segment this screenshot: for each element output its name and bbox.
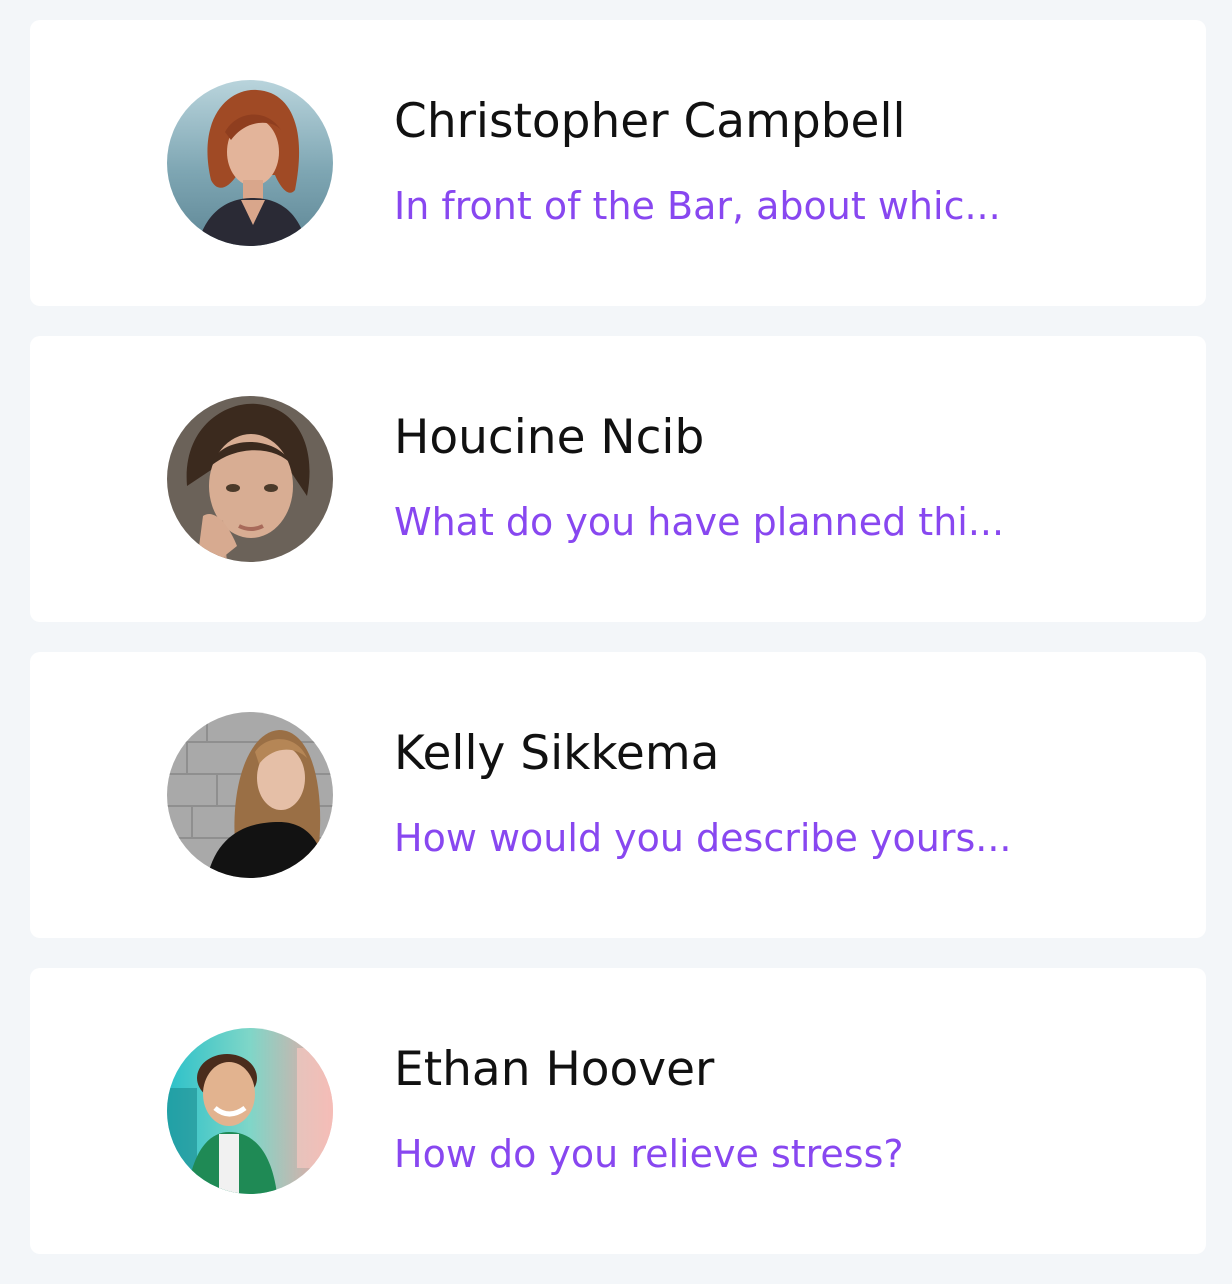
contact-name: Kelly Sikkema <box>394 726 720 781</box>
avatar-icon <box>167 80 333 246</box>
conversation-item[interactable]: Christopher Campbell In front of the Bar… <box>30 20 1206 306</box>
avatar-photo-icon <box>167 1028 333 1194</box>
avatar-icon <box>167 396 333 562</box>
message-preview: How do you relieve stress? <box>394 1132 904 1176</box>
message-preview: In front of the Bar, about whic... <box>394 184 1001 228</box>
conversation-list: Christopher Campbell In front of the Bar… <box>30 20 1206 1284</box>
avatar-icon <box>167 1028 333 1194</box>
contact-name: Houcine Ncib <box>394 410 705 465</box>
contact-name: Christopher Campbell <box>394 94 906 149</box>
avatar-photo-icon <box>167 396 333 562</box>
contact-name: Ethan Hoover <box>394 1042 715 1097</box>
avatar-photo-icon <box>167 80 333 246</box>
avatar-photo-icon <box>167 712 333 878</box>
conversation-item[interactable]: Ethan Hoover How do you relieve stress? <box>30 968 1206 1254</box>
conversation-item[interactable]: Kelly Sikkema How would you describe you… <box>30 652 1206 938</box>
conversation-item[interactable]: Houcine Ncib What do you have planned th… <box>30 336 1206 622</box>
avatar-icon <box>167 712 333 878</box>
message-preview: What do you have planned thi... <box>394 500 1005 544</box>
message-preview: How would you describe yours... <box>394 816 1012 860</box>
